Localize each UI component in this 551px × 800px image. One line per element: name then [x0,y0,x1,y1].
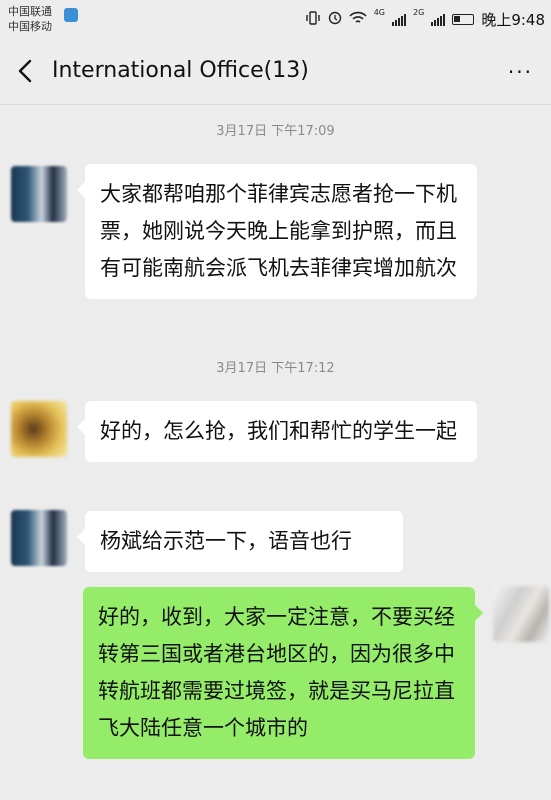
network-type-2: 2G [413,8,425,17]
app-notification-icon [64,8,78,22]
message-bubble[interactable]: 杨斌给示范一下，语音也行 [77,511,403,572]
carrier-1: 中国联通 [8,5,52,18]
chevron-left-icon [18,59,32,83]
message-bubble[interactable]: 大家都帮咱那个菲律宾志愿者抢一下机票，她刚说今天晚上能拿到护照，而且有可能南航会… [77,164,477,299]
network-type-1: 4G [373,8,386,17]
timestamp: 3月17日 下午17:12 [216,361,335,376]
message-bubble[interactable]: 好的，怎么抢，我们和帮忙的学生一起 [77,401,477,462]
timestamp: 3月17日 下午17:09 [216,124,335,139]
more-options-button[interactable]: ··· [508,60,533,84]
avatar[interactable] [11,510,67,566]
carrier-2: 中国移动 [8,20,52,33]
vibrate-icon [305,11,321,28]
battery-icon [452,14,475,25]
alarm-icon [328,11,342,28]
signal-icon-2 [431,13,446,26]
avatar[interactable] [11,401,67,457]
back-button[interactable] [14,56,38,86]
status-icons: 4G 2G 晚上9:48 [305,9,545,30]
carrier-labels: 中国联通 中国移动 [8,4,52,34]
wifi-icon [349,11,367,28]
avatar[interactable] [493,586,549,642]
status-bar: 中国联通 中国移动 4G 2G 晚上9:48 [0,0,551,40]
chat-title: International Office(13) [52,58,309,83]
avatar[interactable] [11,166,67,222]
clock: 晚上9:48 [481,11,545,29]
signal-icon-1 [392,13,407,26]
chat-header: International Office(13) ··· [0,40,551,105]
message-bubble-outgoing[interactable]: 好的，收到，大家一定注意，不要买经转第三国或者港台地区的，因为很多中转航班都需要… [83,587,483,759]
